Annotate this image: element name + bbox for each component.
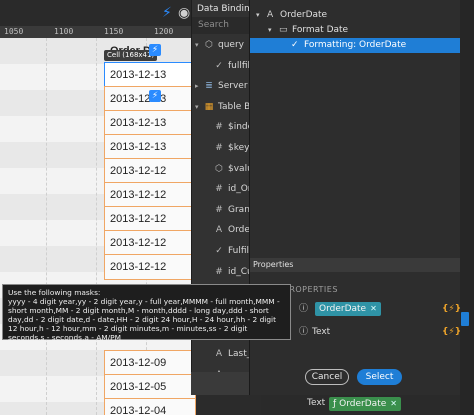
hash-icon: # [215,184,223,195]
app-window: ⚡ ◉ 1050 1100 1150 1200 Order D Cell (16… [0,0,474,415]
chevron-right-icon[interactable]: ▸ [195,77,199,95]
binding-chip[interactable]: OrderDate ✕ [315,302,381,316]
chevron-down-icon[interactable]: ▾ [268,23,272,38]
ruler-tick: 1200 [154,27,174,36]
binding-chip-label: OrderDate [319,304,367,314]
info-icon[interactable]: ⓘ [299,323,308,341]
text-icon: A [267,10,274,20]
lightning-icon[interactable]: ⚡ [149,90,161,102]
format-tree-item[interactable]: ✓ Formatting: OrderDate [250,38,461,53]
properties-header: Properties [250,258,461,272]
database-icon: ≣ [205,81,213,92]
check-icon: ✓ [291,40,299,50]
table-cell[interactable]: 2013-12-12 [104,254,196,280]
text-property-label: Text [312,327,331,337]
dynamic-data-icon[interactable]: {⚡} [442,323,461,341]
table-cell[interactable]: 2013-12-05 [104,374,196,400]
ruler-tick: 1150 [104,27,124,36]
check-icon: ✓ [215,246,223,256]
table-cell[interactable]: 2013-12-12 [104,230,196,256]
eye-icon[interactable]: ◉ [178,5,190,21]
info-icon[interactable]: ⓘ [299,300,308,318]
binding-chip-label: OrderDate [339,399,387,409]
remove-chip-icon[interactable]: ✕ [390,399,397,408]
format-tree-label: Formatting: OrderDate [304,40,407,50]
lightning-icon[interactable]: ⚡ [162,5,172,21]
table-cell[interactable]: 2013-12-13 [104,110,196,136]
horizontal-ruler: 1050 1100 1150 1200 [0,26,196,38]
format-tree-item[interactable]: ▾ ▭ Format Date [250,23,461,38]
table-cell[interactable]: 2013-12-04 [104,398,196,415]
text-icon: A [215,225,223,236]
grid-guide [96,38,97,415]
text-icon: A [215,349,223,359]
format-mask-tooltip: Use the following masks: yyyy - 4 digit … [2,284,291,342]
hash-icon: # [215,122,223,133]
binding-chip[interactable]: ƒ OrderDate ✕ [329,397,401,411]
hash-icon: # [215,143,223,153]
tooltip-body: yyyy - 4 digit year,yy - 2 digit year,y … [8,297,280,342]
right-scrollbar-strip[interactable] [460,0,474,415]
hash-icon: # [215,266,223,277]
grid-guide [46,38,47,415]
table-cell[interactable]: 2013-12-13 [104,62,196,88]
remove-chip-icon[interactable]: ✕ [370,304,377,313]
cube-icon: ⬡ [215,163,223,174]
ruler-tick: 1050 [4,27,24,36]
chevron-down-icon[interactable]: ▾ [195,98,199,116]
table-cell[interactable]: 2013-12-13 [104,134,196,160]
table-cell[interactable]: 2013-12-09 [104,350,196,376]
table-cell[interactable]: 2013-12-12 [104,182,196,208]
text-property-label: Text [307,398,326,408]
hash-icon: # [215,204,223,215]
check-icon: ✓ [215,60,223,71]
table-cell[interactable]: 2013-12-12 [104,206,196,232]
table-icon: ▦ [204,101,214,112]
binding-item-label: $key [228,143,250,153]
ruler-tick: 1100 [54,27,74,36]
chevron-down-icon[interactable]: ▾ [256,8,260,23]
cancel-button[interactable]: Cancel [305,369,349,385]
cube-icon: ⬡ [205,40,213,50]
chevron-down-icon[interactable]: ▾ [195,36,199,54]
select-button[interactable]: Select [357,369,402,385]
binding-item-label: query [218,40,244,50]
format-tree-item[interactable]: ▾ A OrderDate [250,8,461,23]
table-cell[interactable]: 2013-12-12 [104,158,196,184]
lightning-icon: ƒ [333,399,337,409]
dynamic-data-icon[interactable]: {⚡} [442,300,461,318]
tooltip-title: Use the following masks: [8,288,101,297]
folder-icon: ▭ [279,25,288,35]
format-tree-label: Format Date [292,25,349,35]
scrollbar-thumb[interactable] [461,312,469,326]
lightning-icon[interactable]: ⚡ [149,44,161,56]
format-tree-label: OrderDate [280,10,328,20]
